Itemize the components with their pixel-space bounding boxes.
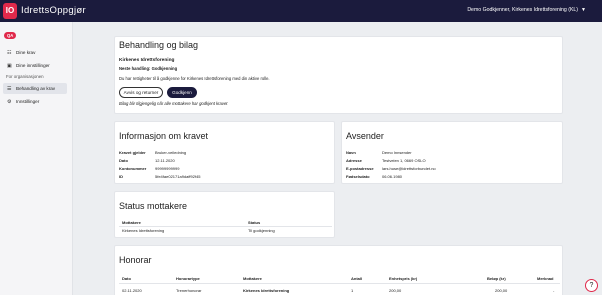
honorar-col-header: Beløp (kr) [487,276,506,281]
kravet-value: 5fe4fae02171a9daff92f45 [155,174,201,179]
behandling-title: Behandling og bilag [119,40,199,50]
honorar-col-header: Dato [122,276,131,281]
honorar-col-header: Mottakere [243,276,262,281]
help-button[interactable]: ? [585,279,598,292]
honorar-card: Honorar Dato Honorartype Mottakere Antal… [114,245,563,295]
honorar-col-header: Honorartype [176,276,200,281]
sidebar-item-dine-krav[interactable]: ☷ Dine krav [3,47,67,58]
behandling-card: Behandling og bilag Kirkenes Idrettsfore… [114,36,563,114]
sidebar-section-label: For organisasjonen [6,74,44,79]
status-col-header: Mottakere [122,220,141,225]
avsender-value: Testveien 1, 0669 OSLO [382,158,426,163]
honorar-cell: 02.11.2020 [122,288,142,293]
kravet-key: ID [119,174,123,179]
avsender-key: Navn [346,150,356,155]
status-col-header: Status [248,220,261,225]
avsender-card: Avsender Navn Demo Innsender Adresse Tes… [341,121,563,184]
rights-text: Du har rettigheter til å godkjenne for K… [119,76,270,81]
gear-icon: ⚙ [7,99,12,105]
kravet-key: Kontonummer [119,166,147,171]
avsender-value[interactable]: lars.huse@idrettsforbundet.no [382,166,436,171]
sidebar-item-dine-innstillinger[interactable]: ▣ Dine innstillinger [3,60,67,71]
app-brand[interactable]: IdrettsOppgjør [21,5,86,16]
avsender-key: Adresse [346,158,362,163]
kravet-key: Dato [119,158,128,163]
honorar-cell: 200,00 [389,288,402,293]
sidebar-item-label: Dine krav [16,50,36,55]
kravet-value: Bruker-veiledning [155,150,187,155]
divider [119,226,332,227]
status-title: Status mottakere [119,201,188,211]
avsender-value: Demo Innsender [382,150,412,155]
kravet-title: Informasjon om kravet [119,131,209,141]
sidebar-item-label: Dine innstillinger [16,63,50,68]
sidebar-item-behandling[interactable]: ☰ Behandling av krav [3,83,67,94]
sidebar-item-label: Behandling av krav [16,86,56,91]
avsender-title: Avsender [346,131,384,141]
avsender-value: 06.06.1980 [382,174,403,179]
sidebar-item-innstillinger[interactable]: ⚙ Innstillinger [3,96,67,107]
account-label: Demo Godkjenner, Kirkenes Idrettsforenin… [467,7,579,13]
honorar-cell: Trenerhonorar [176,288,202,293]
chevron-down-icon: ▼ [581,7,586,13]
status-cell: Kirkenes Idrettsforening [122,228,165,233]
honorar-title: Honorar [119,255,152,265]
honorar-col-header: Antall [351,276,363,281]
kravet-value: 99999999999 [155,166,180,171]
next-action: Neste handling: Godkjenning [119,66,178,71]
kravet-card: Informasjon om kravet Kravet gjelder Bru… [114,121,335,184]
divider [119,283,560,284]
bilag-note: Bilag blir tilgjengelig når alle mottake… [119,101,228,106]
account-menu[interactable]: Demo Godkjenner, Kirkenes Idrettsforenin… [467,7,586,13]
honorar-col-header: Enhetspris (kr) [389,276,418,281]
honorar-col-header: Merknad [537,276,554,281]
top-bar: IO IdrettsOppgjør Demo Godkjenner, Kirke… [0,0,602,22]
status-cell: Til godkjenning [248,228,275,233]
avsender-key: Fødselsdato [346,174,370,179]
settings-card-icon: ▣ [7,63,12,69]
sidebar-item-label: Innstillinger [16,99,40,104]
app-logo[interactable]: IO [3,3,17,19]
honorar-cell: 1 [351,288,354,293]
list-icon: ☰ [7,86,12,92]
honorar-cell: - [553,288,555,293]
env-badge: QA [4,32,17,39]
users-icon: ☷ [7,50,12,56]
approve-button[interactable]: Godkjenn [167,87,197,98]
avsender-key: E-postadresse [346,166,374,171]
status-card: Status mottakere Mottakere Status Kirken… [114,191,335,238]
kravet-key: Kravet gjelder [119,150,146,155]
honorar-cell: 200,00 [495,288,508,293]
honorar-cell: Kirkenes Idrettsforening [243,288,290,293]
org-name: Kirkenes Idrettsforening [119,58,175,63]
kravet-value: 12.11.2020 [155,158,175,163]
sidebar: QA ☷ Dine krav ▣ Dine innstillinger For or… [0,22,73,295]
reject-button[interactable]: Avvis og returner [119,87,163,98]
